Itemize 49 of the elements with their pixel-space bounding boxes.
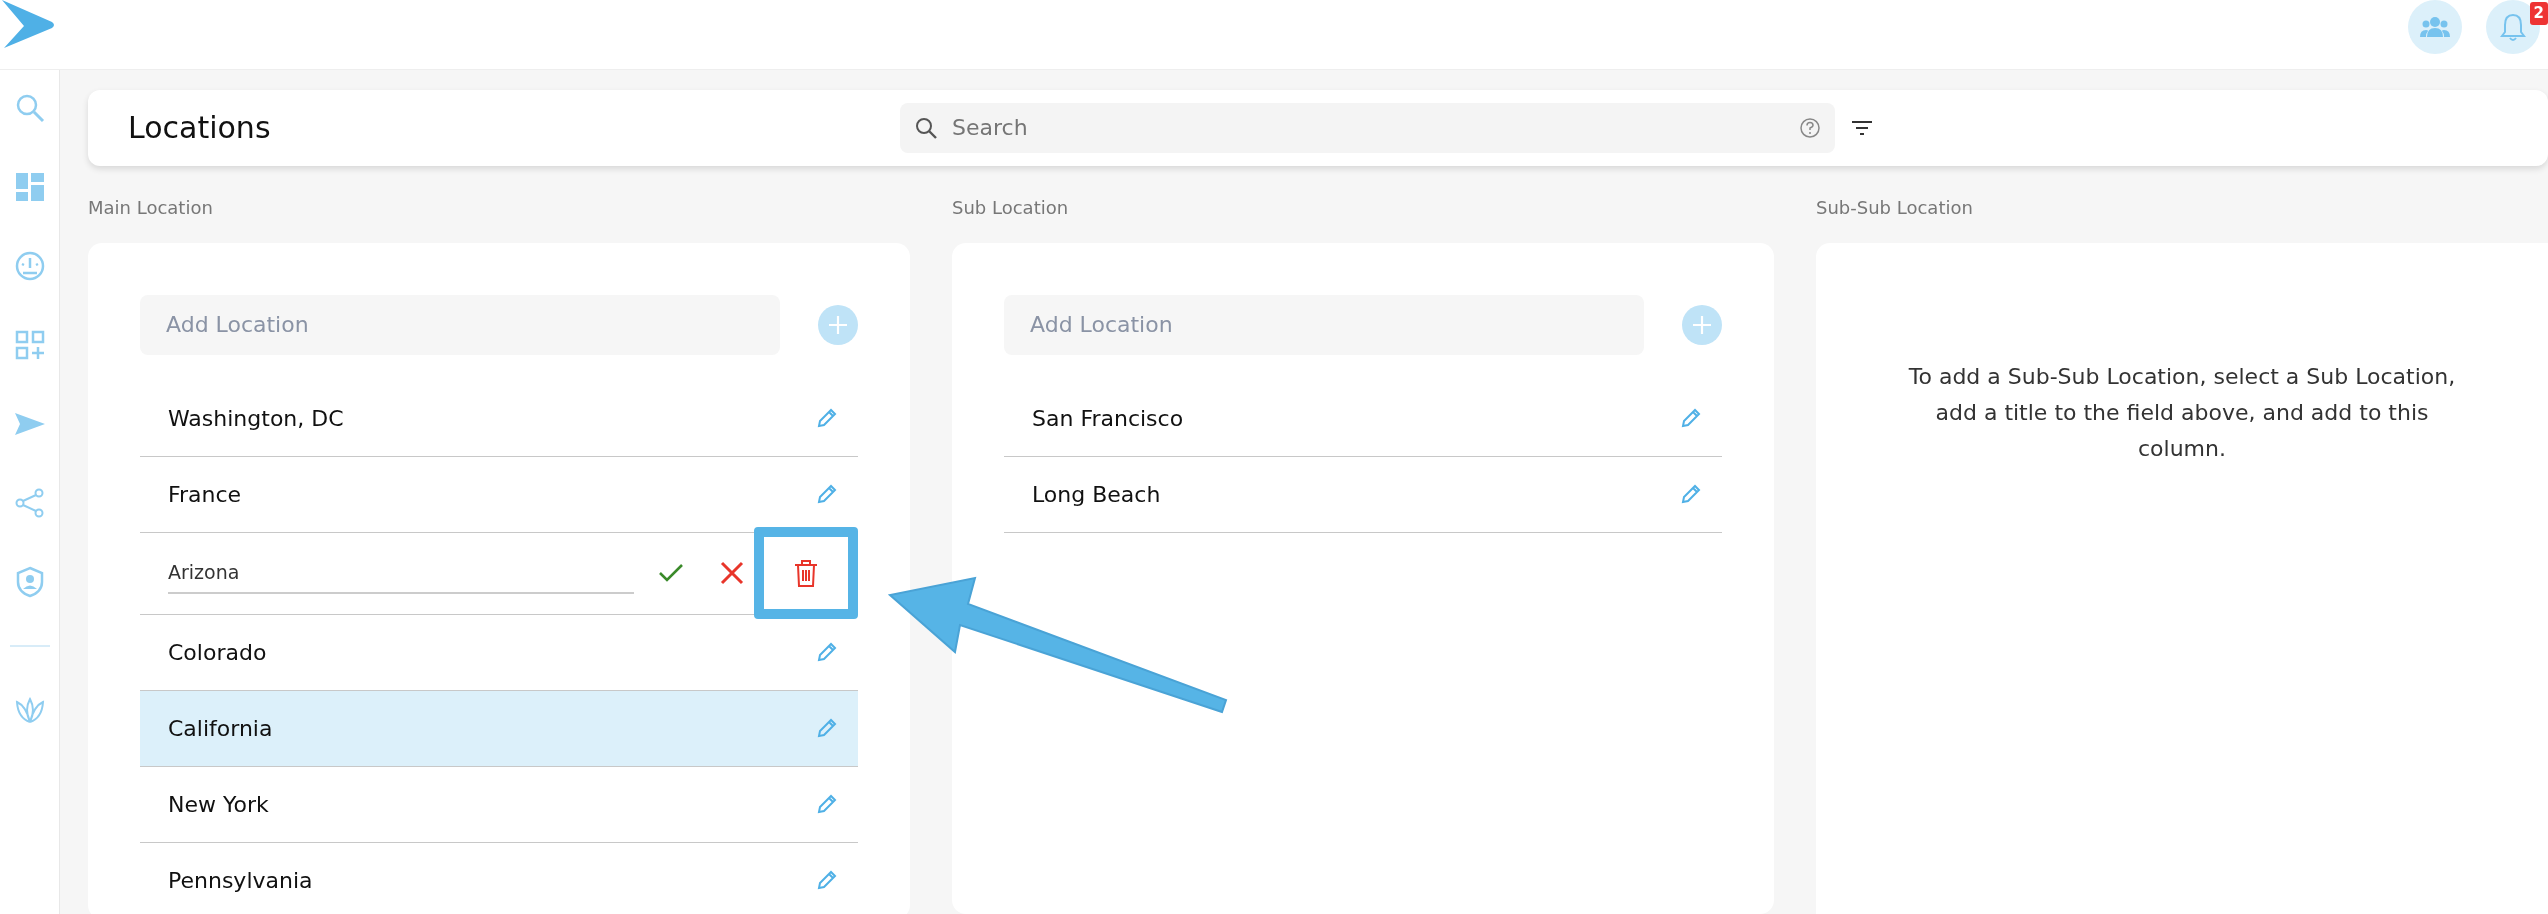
apps-add-icon[interactable] <box>13 328 46 361</box>
team-button[interactable] <box>2408 0 2462 54</box>
search-icon <box>914 115 938 140</box>
location-row[interactable]: New York <box>140 766 858 843</box>
logo-icon <box>0 0 56 48</box>
location-name: San Francisco <box>1032 404 1184 433</box>
delete-button[interactable] <box>754 527 858 620</box>
location-name: Pennsylvania <box>168 866 313 895</box>
search-field[interactable]: Search <box>900 102 1835 153</box>
column-label: Sub Location <box>952 195 1070 220</box>
edit-icon[interactable] <box>816 717 838 740</box>
gauge-icon[interactable] <box>13 249 46 282</box>
add-button[interactable] <box>818 304 858 345</box>
location-row[interactable]: Long Beach <box>1004 456 1722 533</box>
notification-count: 2 <box>2529 2 2548 25</box>
add-button[interactable] <box>1682 304 1722 345</box>
location-name: Long Beach <box>1032 480 1161 509</box>
location-row[interactable]: Pennsylvania <box>140 842 858 914</box>
location-name: New York <box>168 790 269 819</box>
page-title: Locations <box>128 109 272 148</box>
location-name: California <box>168 714 273 743</box>
location-name: Washington, DC <box>168 404 344 433</box>
search-input[interactable]: Search <box>950 110 1787 146</box>
edit-icon[interactable] <box>816 793 838 816</box>
empty-state-message: To add a Sub-Sub Location, select a Sub Location, add a title to the field above, and add to this column. <box>1907 362 2457 464</box>
edit-icon[interactable] <box>1680 407 1702 430</box>
edit-icon[interactable] <box>816 483 838 506</box>
bell-icon <box>2500 12 2526 42</box>
dashboard-icon[interactable] <box>13 170 46 203</box>
edit-icon[interactable] <box>816 641 838 664</box>
trash-icon <box>794 559 819 588</box>
filter-icon[interactable] <box>1851 119 1873 136</box>
share-icon[interactable] <box>13 486 46 519</box>
location-row[interactable]: Colorado <box>140 614 858 691</box>
edit-icon[interactable] <box>816 407 838 430</box>
help-icon[interactable] <box>1799 116 1821 139</box>
add-location-field[interactable]: Add Location <box>140 294 780 355</box>
location-row[interactable]: Washington, DC <box>140 380 858 457</box>
add-location-field[interactable]: Add Location <box>1004 294 1644 355</box>
column-label: Sub-Sub Location <box>1816 195 1974 220</box>
edit-icon[interactable] <box>816 869 838 892</box>
cancel-icon[interactable] <box>720 561 745 586</box>
location-row[interactable]: San Francisco <box>1004 380 1722 457</box>
people-icon <box>2420 16 2450 38</box>
location-name: Colorado <box>168 638 267 667</box>
column-label: Main Location <box>88 195 214 220</box>
edit-icon[interactable] <box>1680 483 1702 506</box>
location-name: France <box>168 480 242 509</box>
location-row[interactable]: California <box>140 690 858 767</box>
